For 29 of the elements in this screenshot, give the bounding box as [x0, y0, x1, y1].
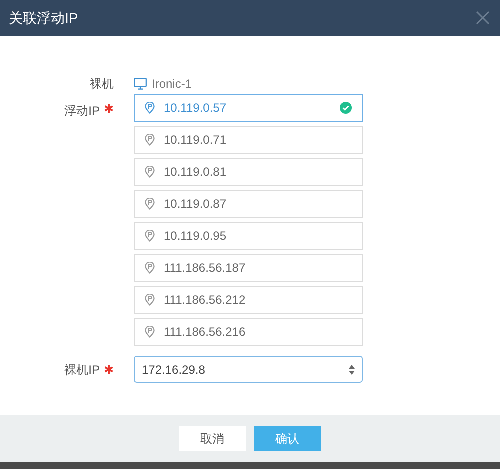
ip-option[interactable]: 111.186.56.187 — [134, 254, 363, 282]
ip-option[interactable]: 10.119.0.81 — [134, 158, 363, 186]
dialog-title: 关联浮动IP — [9, 8, 78, 28]
close-icon[interactable] — [476, 11, 490, 25]
ip-option[interactable]: 10.119.0.57 — [134, 94, 363, 122]
ip-select[interactable]: 172.16.29.8 — [134, 356, 363, 383]
ip-option[interactable]: 10.119.0.71 — [134, 126, 363, 154]
sort-arrows-icon — [349, 364, 355, 374]
location-pin-icon — [145, 134, 155, 146]
field-label: 裸机IP — [64, 362, 100, 378]
location-pin-icon — [145, 198, 155, 210]
ip-option[interactable]: 10.119.0.95 — [134, 222, 363, 250]
location-pin-icon — [145, 326, 155, 338]
location-pin-icon — [145, 166, 155, 178]
ip-option[interactable]: 111.186.56.212 — [134, 286, 363, 314]
location-pin-icon — [145, 294, 155, 306]
location-pin-icon — [145, 102, 155, 114]
ip-option[interactable]: 10.119.0.87 — [134, 190, 363, 218]
monitor-icon — [134, 78, 147, 90]
required-mark: ✱ — [104, 102, 114, 116]
location-pin-icon — [145, 262, 155, 274]
required-mark: ✱ — [104, 362, 114, 378]
location-pin-icon — [145, 230, 155, 242]
ip-option[interactable]: 111.186.56.216 — [134, 318, 363, 346]
check-icon — [340, 102, 352, 114]
bare-metal-name: Ironic-1 — [152, 76, 192, 93]
cancel-button[interactable]: 取消 — [179, 426, 246, 451]
field-label: 裸机 — [89, 76, 115, 93]
field-label: 浮动IP — [64, 103, 100, 120]
